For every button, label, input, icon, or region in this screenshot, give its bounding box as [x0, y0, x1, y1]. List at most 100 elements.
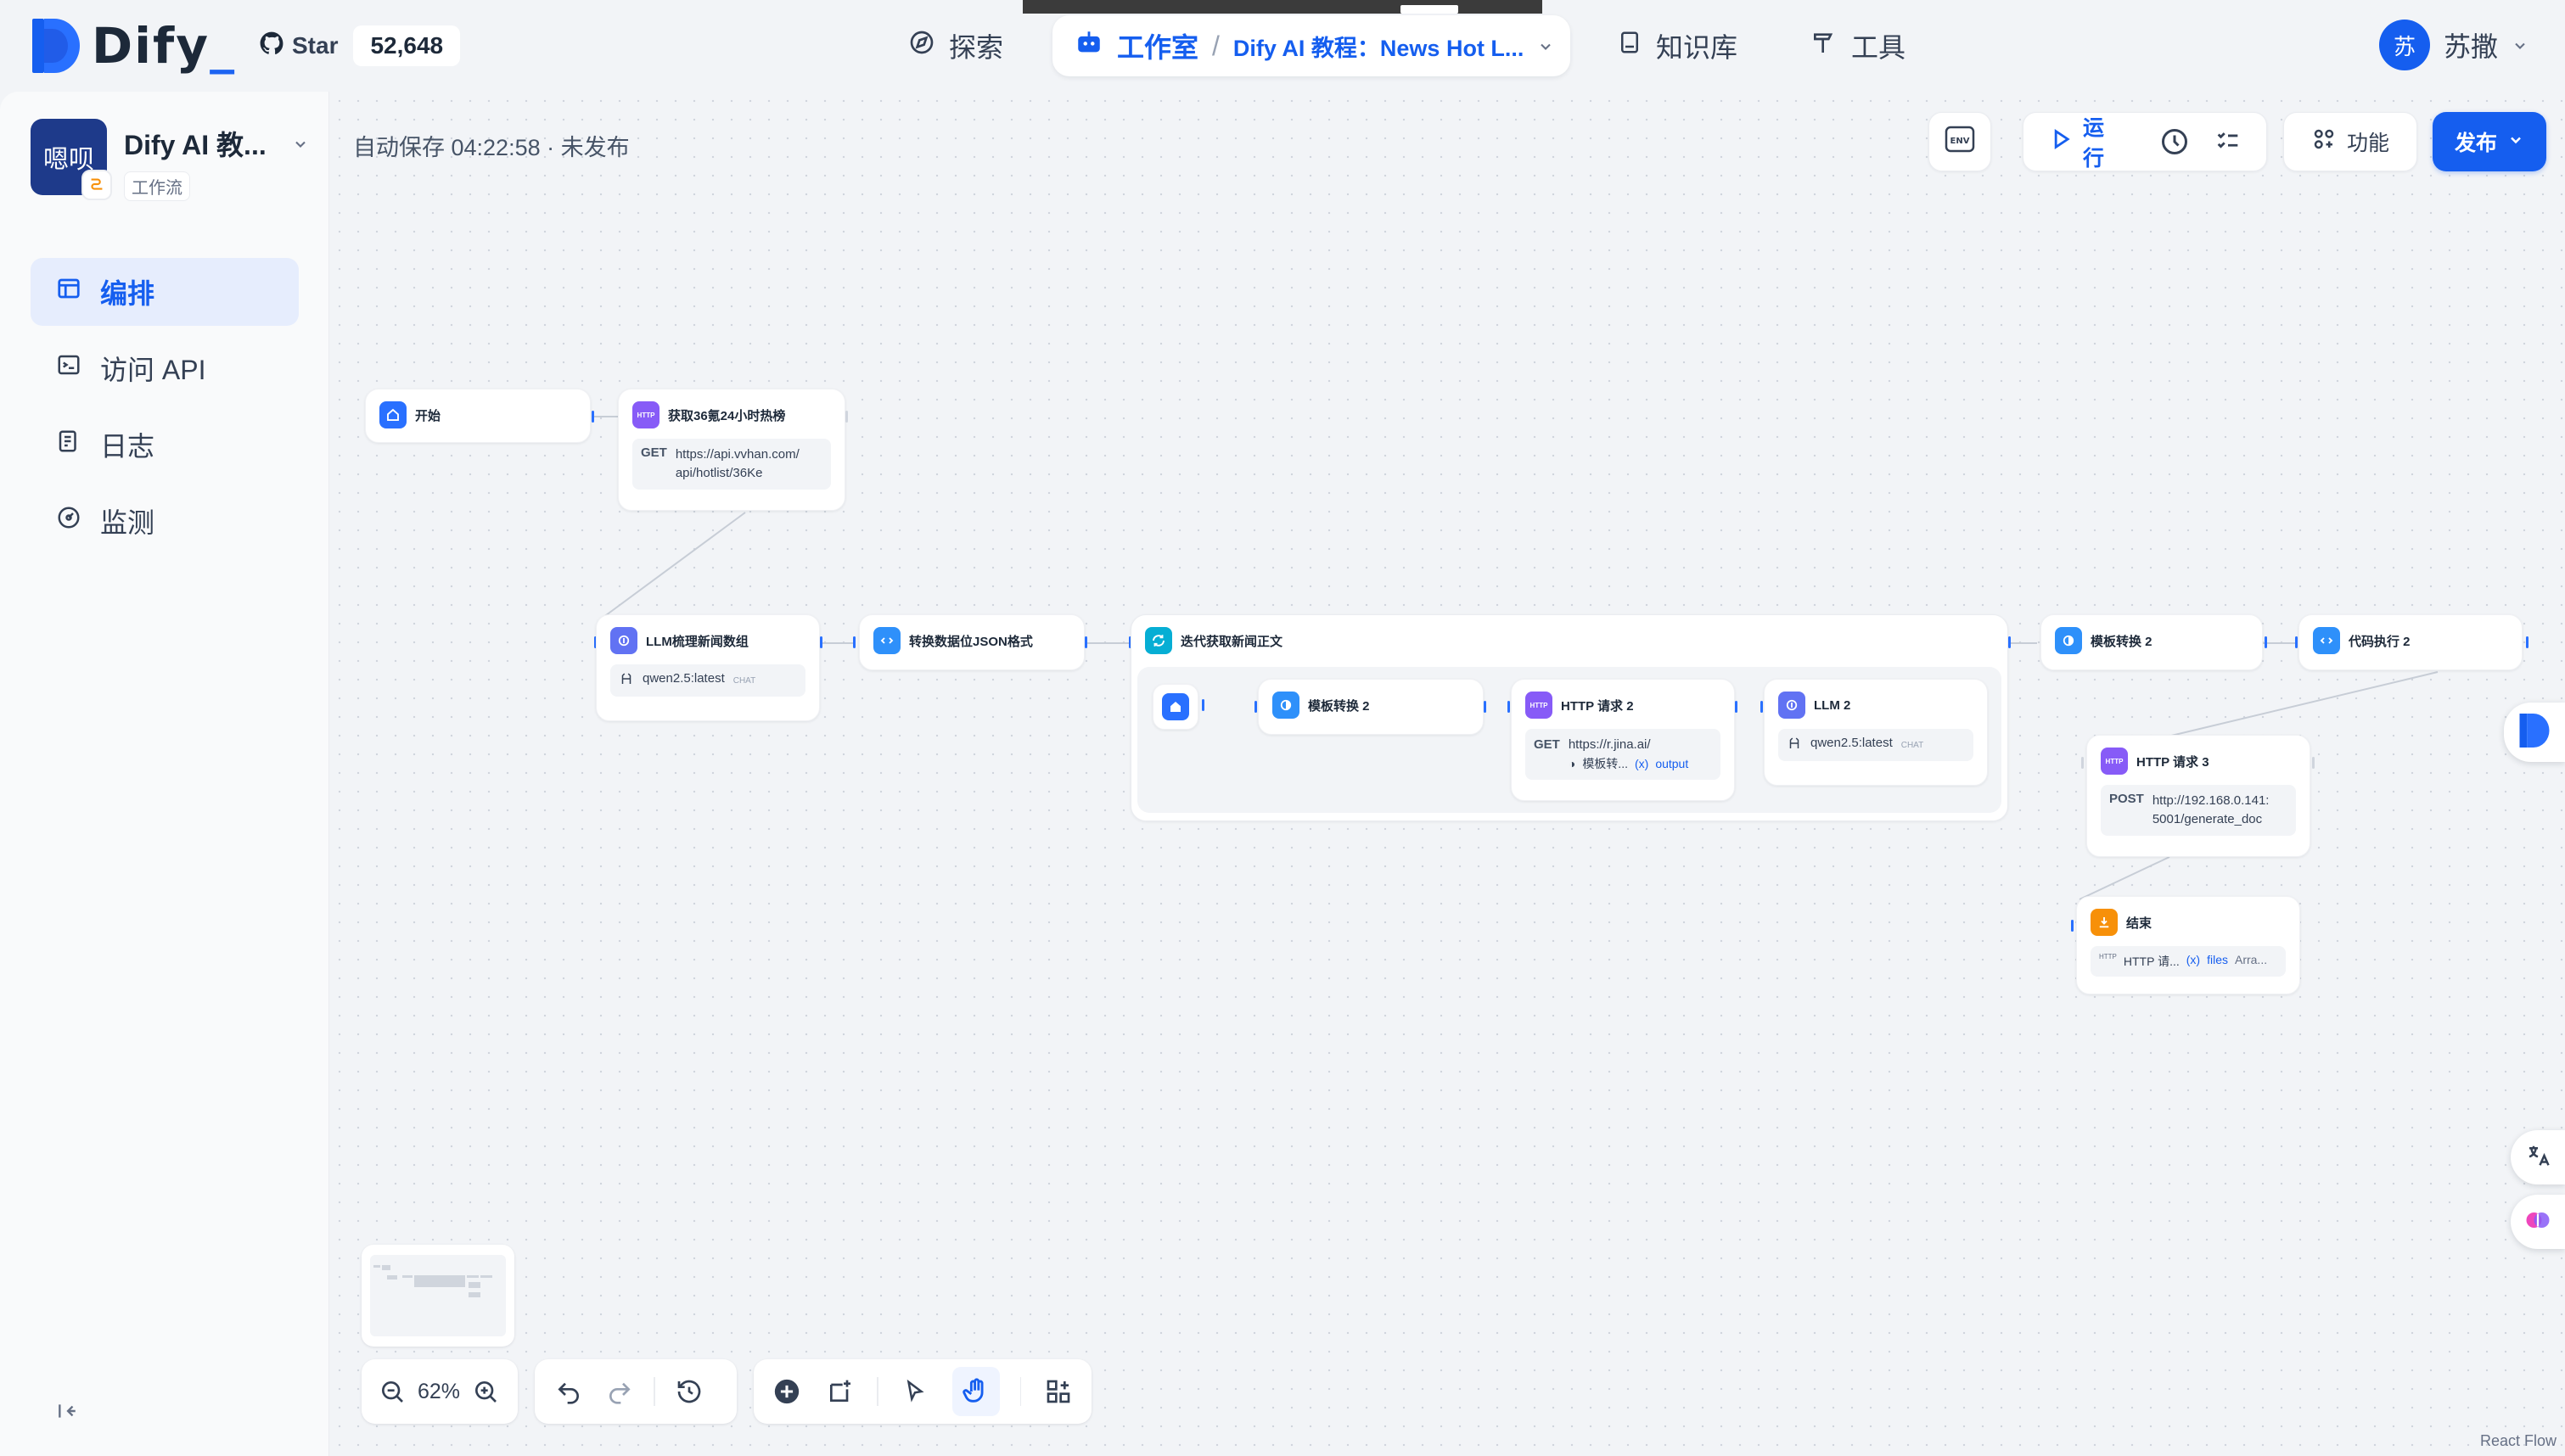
- sidebar-item-label: 编排: [100, 278, 155, 309]
- node-port[interactable]: [1484, 701, 1486, 713]
- node-code[interactable]: 转换数据位JSON格式: [859, 614, 1085, 670]
- node-port[interactable]: [820, 636, 822, 648]
- checklist-icon[interactable]: [2212, 125, 2244, 159]
- node-port[interactable]: [592, 411, 594, 423]
- hand-icon[interactable]: [951, 1367, 1000, 1416]
- add-note-icon[interactable]: [824, 1375, 857, 1408]
- node-port[interactable]: [2265, 636, 2267, 648]
- model-mode: CHAT: [732, 675, 756, 686]
- current-app-selector[interactable]: Dify AI 教程：News Hot L...: [1233, 30, 1524, 63]
- node-start[interactable]: 开始: [365, 389, 591, 443]
- dify-assistant-button[interactable]: [2504, 703, 2565, 762]
- http-url: https://api.vvhan.com/: [675, 447, 800, 462]
- end-icon: [2091, 909, 2118, 936]
- nav-studio[interactable]: 工作室 / Dify AI 教程：News Hot L...: [1052, 15, 1570, 76]
- node-port[interactable]: [2008, 636, 2011, 648]
- node-title: HTTP 请求 2: [1561, 698, 1634, 714]
- run-button[interactable]: 运行: [2049, 111, 2121, 172]
- file-list-icon: [56, 428, 81, 461]
- sidebar-item-logs[interactable]: 日志: [31, 411, 299, 479]
- var-source: 模板转...: [1582, 757, 1628, 770]
- autosave-status: 自动保存 04:22:58 · 未发布: [353, 135, 630, 160]
- robot-icon: [1075, 28, 1103, 64]
- features-label: 功能: [2346, 132, 2389, 155]
- redo-icon[interactable]: [603, 1375, 637, 1408]
- nav-knowledge[interactable]: 知识库: [1617, 22, 1737, 70]
- chevron-down-icon[interactable]: [1537, 31, 1554, 62]
- brain-icon: [1778, 692, 1805, 719]
- github-star-widget[interactable]: Star 52,648: [260, 25, 461, 67]
- node-port[interactable]: [1735, 701, 1737, 713]
- node-port[interactable]: [2071, 920, 2074, 932]
- template-icon: ◑: [1568, 757, 1576, 770]
- node-port[interactable]: [1202, 699, 1204, 711]
- organize-blocks-icon[interactable]: [1041, 1375, 1075, 1408]
- code-icon: [873, 627, 901, 654]
- node-port[interactable]: [2081, 757, 2084, 769]
- variable-icon: (x): [2186, 953, 2201, 966]
- collapse-sidebar-icon[interactable]: [56, 1400, 78, 1429]
- zoom-in-icon[interactable]: [469, 1375, 502, 1408]
- run-toolbar-group: 运行: [2023, 112, 2267, 171]
- var-type: Arra...: [2234, 953, 2268, 966]
- sidebar-item-label: 监测: [100, 507, 155, 538]
- github-icon: [260, 31, 283, 61]
- node-template[interactable]: 模板转换 2: [2040, 614, 2263, 670]
- pointer-icon[interactable]: [899, 1375, 932, 1408]
- breadcrumb-separator: /: [1212, 30, 1220, 61]
- dify-logo-icon: [2519, 713, 2550, 752]
- translate-icon: [2525, 1143, 2551, 1173]
- brain-assistant-button[interactable]: [2511, 1195, 2565, 1249]
- node-port[interactable]: [2526, 636, 2529, 648]
- logo-suffix: _: [210, 17, 237, 75]
- node-llm[interactable]: LLM梳理新闻数组 qwen2.5:latest CHAT: [596, 614, 820, 721]
- node-http-request[interactable]: HTTP HTTP 请求 3 POST http://192.168.0.141…: [2086, 735, 2310, 857]
- version-history-icon[interactable]: [672, 1375, 706, 1408]
- brain-icon: [610, 627, 637, 654]
- node-http-request[interactable]: HTTP 获取36氪24小时热榜 GET https://api.vvhan.c…: [618, 389, 845, 511]
- node-port[interactable]: [1254, 701, 1257, 713]
- sidebar-item-api[interactable]: 访问 API: [31, 334, 299, 402]
- node-port[interactable]: [853, 636, 856, 648]
- terminal-icon: [56, 352, 81, 384]
- node-iteration-start[interactable]: [1153, 684, 1198, 730]
- sidebar-menu: 编排 访问 API 日志 监测: [31, 258, 299, 563]
- divider: [654, 1377, 655, 1406]
- node-port[interactable]: [845, 411, 848, 423]
- publish-button[interactable]: 发布: [2433, 112, 2546, 171]
- env-button[interactable]: ENV: [1928, 112, 1991, 171]
- minimap[interactable]: [362, 1245, 514, 1347]
- react-flow-attribution[interactable]: React Flow: [2480, 1432, 2557, 1450]
- sidebar-item-monitor[interactable]: 监测: [31, 487, 299, 555]
- node-template[interactable]: 模板转换 2: [1258, 679, 1484, 735]
- features-button[interactable]: 功能: [2283, 112, 2417, 171]
- node-http-request[interactable]: HTTP HTTP 请求 2 GET https://r.jina.ai/ ◑ …: [1511, 679, 1735, 801]
- http-url: api/hotlist/36Ke: [675, 466, 763, 480]
- dify-logo[interactable]: Dify_: [32, 17, 237, 75]
- node-port[interactable]: [1085, 636, 1087, 648]
- sidebar-item-orchestrate[interactable]: 编排: [31, 258, 299, 326]
- zoom-out-icon[interactable]: [375, 1375, 409, 1408]
- undo-icon[interactable]: [552, 1375, 586, 1408]
- add-node-icon[interactable]: [771, 1375, 804, 1408]
- node-llm[interactable]: LLM 2 qwen2.5:latest CHAT: [1764, 679, 1988, 786]
- node-end[interactable]: 结束 HTTP HTTP 请... (x) files Arra...: [2076, 896, 2300, 994]
- node-port[interactable]: [1760, 701, 1763, 713]
- chevron-down-icon[interactable]: [292, 128, 309, 160]
- translate-button[interactable]: [2511, 1130, 2565, 1184]
- node-port[interactable]: [1507, 701, 1510, 713]
- publish-label: 发布: [2454, 132, 2497, 155]
- node-port[interactable]: [2312, 757, 2315, 769]
- node-port[interactable]: [2295, 636, 2298, 648]
- zoom-level[interactable]: 62%: [418, 1380, 460, 1404]
- history-icon[interactable]: [2158, 125, 2191, 159]
- nav-tools[interactable]: 工具: [1810, 22, 1906, 70]
- node-code[interactable]: 代码执行 2: [2298, 614, 2523, 670]
- user-menu[interactable]: 苏 苏撒: [2379, 20, 2529, 70]
- top-navigation: Dify_ Star 52,648 探索 工作室 / Dify AI 教程：Ne…: [0, 0, 2565, 92]
- logo-text: Dify: [92, 17, 210, 75]
- app-info-card[interactable]: 嗯呗 Dify AI 教... 工作流: [31, 119, 309, 201]
- nav-explore[interactable]: 探索: [908, 22, 1003, 70]
- home-icon: [1162, 693, 1189, 720]
- node-title: 转换数据位JSON格式: [909, 634, 1033, 649]
